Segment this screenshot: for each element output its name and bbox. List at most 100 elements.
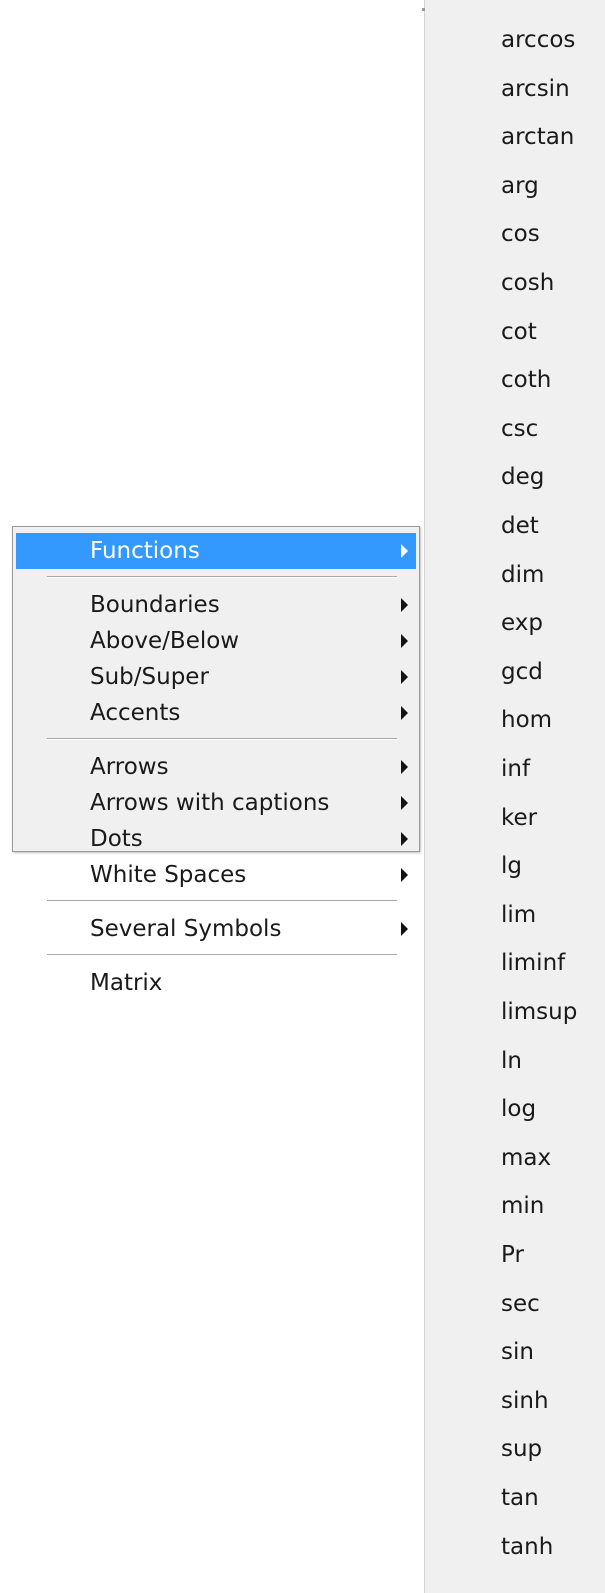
function-item-gcd[interactable]: gcd [427, 654, 603, 690]
function-item-label: lim [501, 902, 537, 928]
function-item-label: arctan [501, 124, 575, 150]
menu-item-label: Dots [90, 826, 143, 852]
function-item-csc[interactable]: csc [427, 411, 603, 447]
submenu-edge-mark [422, 8, 425, 11]
function-item-label: inf [501, 756, 531, 782]
function-item-label: cot [501, 319, 537, 345]
menu-item-boundaries[interactable]: Boundaries [16, 587, 416, 623]
function-item-hom[interactable]: hom [427, 702, 603, 738]
function-item-limsup[interactable]: limsup [427, 994, 603, 1030]
menu-item-label: Arrows with captions [90, 790, 330, 816]
function-item-cosh[interactable]: cosh [427, 265, 603, 301]
menu-item-above-below[interactable]: Above/Below [16, 623, 416, 659]
function-item-cos[interactable]: cos [427, 216, 603, 252]
function-item-lg[interactable]: lg [427, 848, 603, 884]
function-item-label: sec [501, 1291, 540, 1317]
function-item-log[interactable]: log [427, 1091, 603, 1127]
menu-item-arrows[interactable]: Arrows [16, 749, 416, 785]
function-item-label: log [501, 1096, 537, 1122]
function-item-dim[interactable]: dim [427, 557, 603, 593]
menu-item-label: Arrows [90, 754, 169, 780]
insert-math-context-menu: Functions Boundaries Above/Below Sub/Super A… [12, 526, 420, 996]
submenu-arrow-icon [401, 544, 408, 558]
function-item-arg[interactable]: arg [427, 168, 603, 204]
function-item-label: arcsin [501, 76, 570, 102]
function-item-label: lg [501, 853, 522, 879]
function-item-cot[interactable]: cot [427, 314, 603, 350]
functions-submenu: arccos arcsin arctan arg cos cosh cot coth csc de… [422, 0, 605, 1593]
function-item-tanh[interactable]: tanh [427, 1529, 603, 1565]
menu-item-label: Several Symbols [90, 916, 282, 942]
function-item-label: cos [501, 221, 540, 247]
menu-item-label: Matrix [90, 970, 163, 996]
menu-item-label: Functions [90, 538, 200, 564]
function-item-label: deg [501, 464, 545, 490]
function-item-ln[interactable]: ln [427, 1043, 603, 1079]
menu-item-several-symbols[interactable]: Several Symbols [16, 911, 416, 947]
submenu-arrow-icon [401, 634, 408, 648]
menu-item-label: Accents [90, 700, 181, 726]
submenu-arrow-icon [401, 706, 408, 720]
function-item-max[interactable]: max [427, 1140, 603, 1176]
submenu-arrow-icon [401, 868, 408, 882]
menu-item-functions[interactable]: Functions [16, 533, 416, 569]
menu-separator [47, 900, 397, 902]
function-item-tan[interactable]: tan [427, 1480, 603, 1516]
function-item-label: ln [501, 1048, 522, 1074]
function-item-label: gcd [501, 659, 543, 685]
function-item-label: limsup [501, 999, 578, 1025]
menu-item-label: White Spaces [90, 862, 247, 888]
function-item-deg[interactable]: deg [427, 459, 603, 495]
function-item-pr[interactable]: Pr [427, 1237, 603, 1273]
function-item-label: sup [501, 1436, 543, 1462]
function-item-label: max [501, 1145, 552, 1171]
menu-separator [47, 576, 397, 578]
function-item-arctan[interactable]: arctan [427, 119, 603, 155]
screen: arccos arcsin arctan arg cos cosh cot coth csc de… [0, 0, 605, 1593]
menu-item-label: Sub/Super [90, 664, 209, 690]
menu-item-label: Boundaries [90, 592, 220, 618]
function-item-label: det [501, 513, 539, 539]
submenu-arrow-icon [401, 670, 408, 684]
function-item-lim[interactable]: lim [427, 897, 603, 933]
submenu-arrow-icon [401, 598, 408, 612]
function-item-inf[interactable]: inf [427, 751, 603, 787]
submenu-arrow-icon [401, 832, 408, 846]
function-item-coth[interactable]: coth [427, 362, 603, 398]
function-item-label: sinh [501, 1388, 549, 1414]
function-item-sin[interactable]: sin [427, 1334, 603, 1370]
menu-item-dots[interactable]: Dots [16, 821, 416, 857]
menu-item-matrix[interactable]: Matrix [16, 965, 416, 1001]
function-item-label: hom [501, 707, 553, 733]
function-item-det[interactable]: det [427, 508, 603, 544]
menu-item-label: Above/Below [90, 628, 240, 654]
function-item-label: ker [501, 805, 538, 831]
function-item-exp[interactable]: exp [427, 605, 603, 641]
menu-item-arrows-with-captions[interactable]: Arrows with captions [16, 785, 416, 821]
function-item-liminf[interactable]: liminf [427, 945, 603, 981]
submenu-arrow-icon [401, 760, 408, 774]
menu-item-sub-super[interactable]: Sub/Super [16, 659, 416, 695]
function-item-label: csc [501, 416, 539, 442]
function-item-label: sin [501, 1339, 534, 1365]
function-item-sup[interactable]: sup [427, 1431, 603, 1467]
function-item-label: arg [501, 173, 539, 199]
menu-item-white-spaces[interactable]: White Spaces [16, 857, 416, 893]
function-item-label: tanh [501, 1534, 554, 1560]
submenu-arrow-icon [401, 796, 408, 810]
submenu-arrow-icon [401, 922, 408, 936]
function-item-label: exp [501, 610, 543, 636]
function-item-label: cosh [501, 270, 555, 296]
function-item-label: min [501, 1193, 545, 1219]
function-item-label: liminf [501, 950, 566, 976]
function-item-min[interactable]: min [427, 1188, 603, 1224]
function-item-label: coth [501, 367, 552, 393]
menu-separator [47, 738, 397, 740]
function-item-arccos[interactable]: arccos [427, 22, 603, 58]
function-item-sinh[interactable]: sinh [427, 1383, 603, 1419]
menu-item-accents[interactable]: Accents [16, 695, 416, 731]
function-item-ker[interactable]: ker [427, 800, 603, 836]
menu-separator [47, 954, 397, 956]
function-item-sec[interactable]: sec [427, 1286, 603, 1322]
function-item-arcsin[interactable]: arcsin [427, 71, 603, 107]
